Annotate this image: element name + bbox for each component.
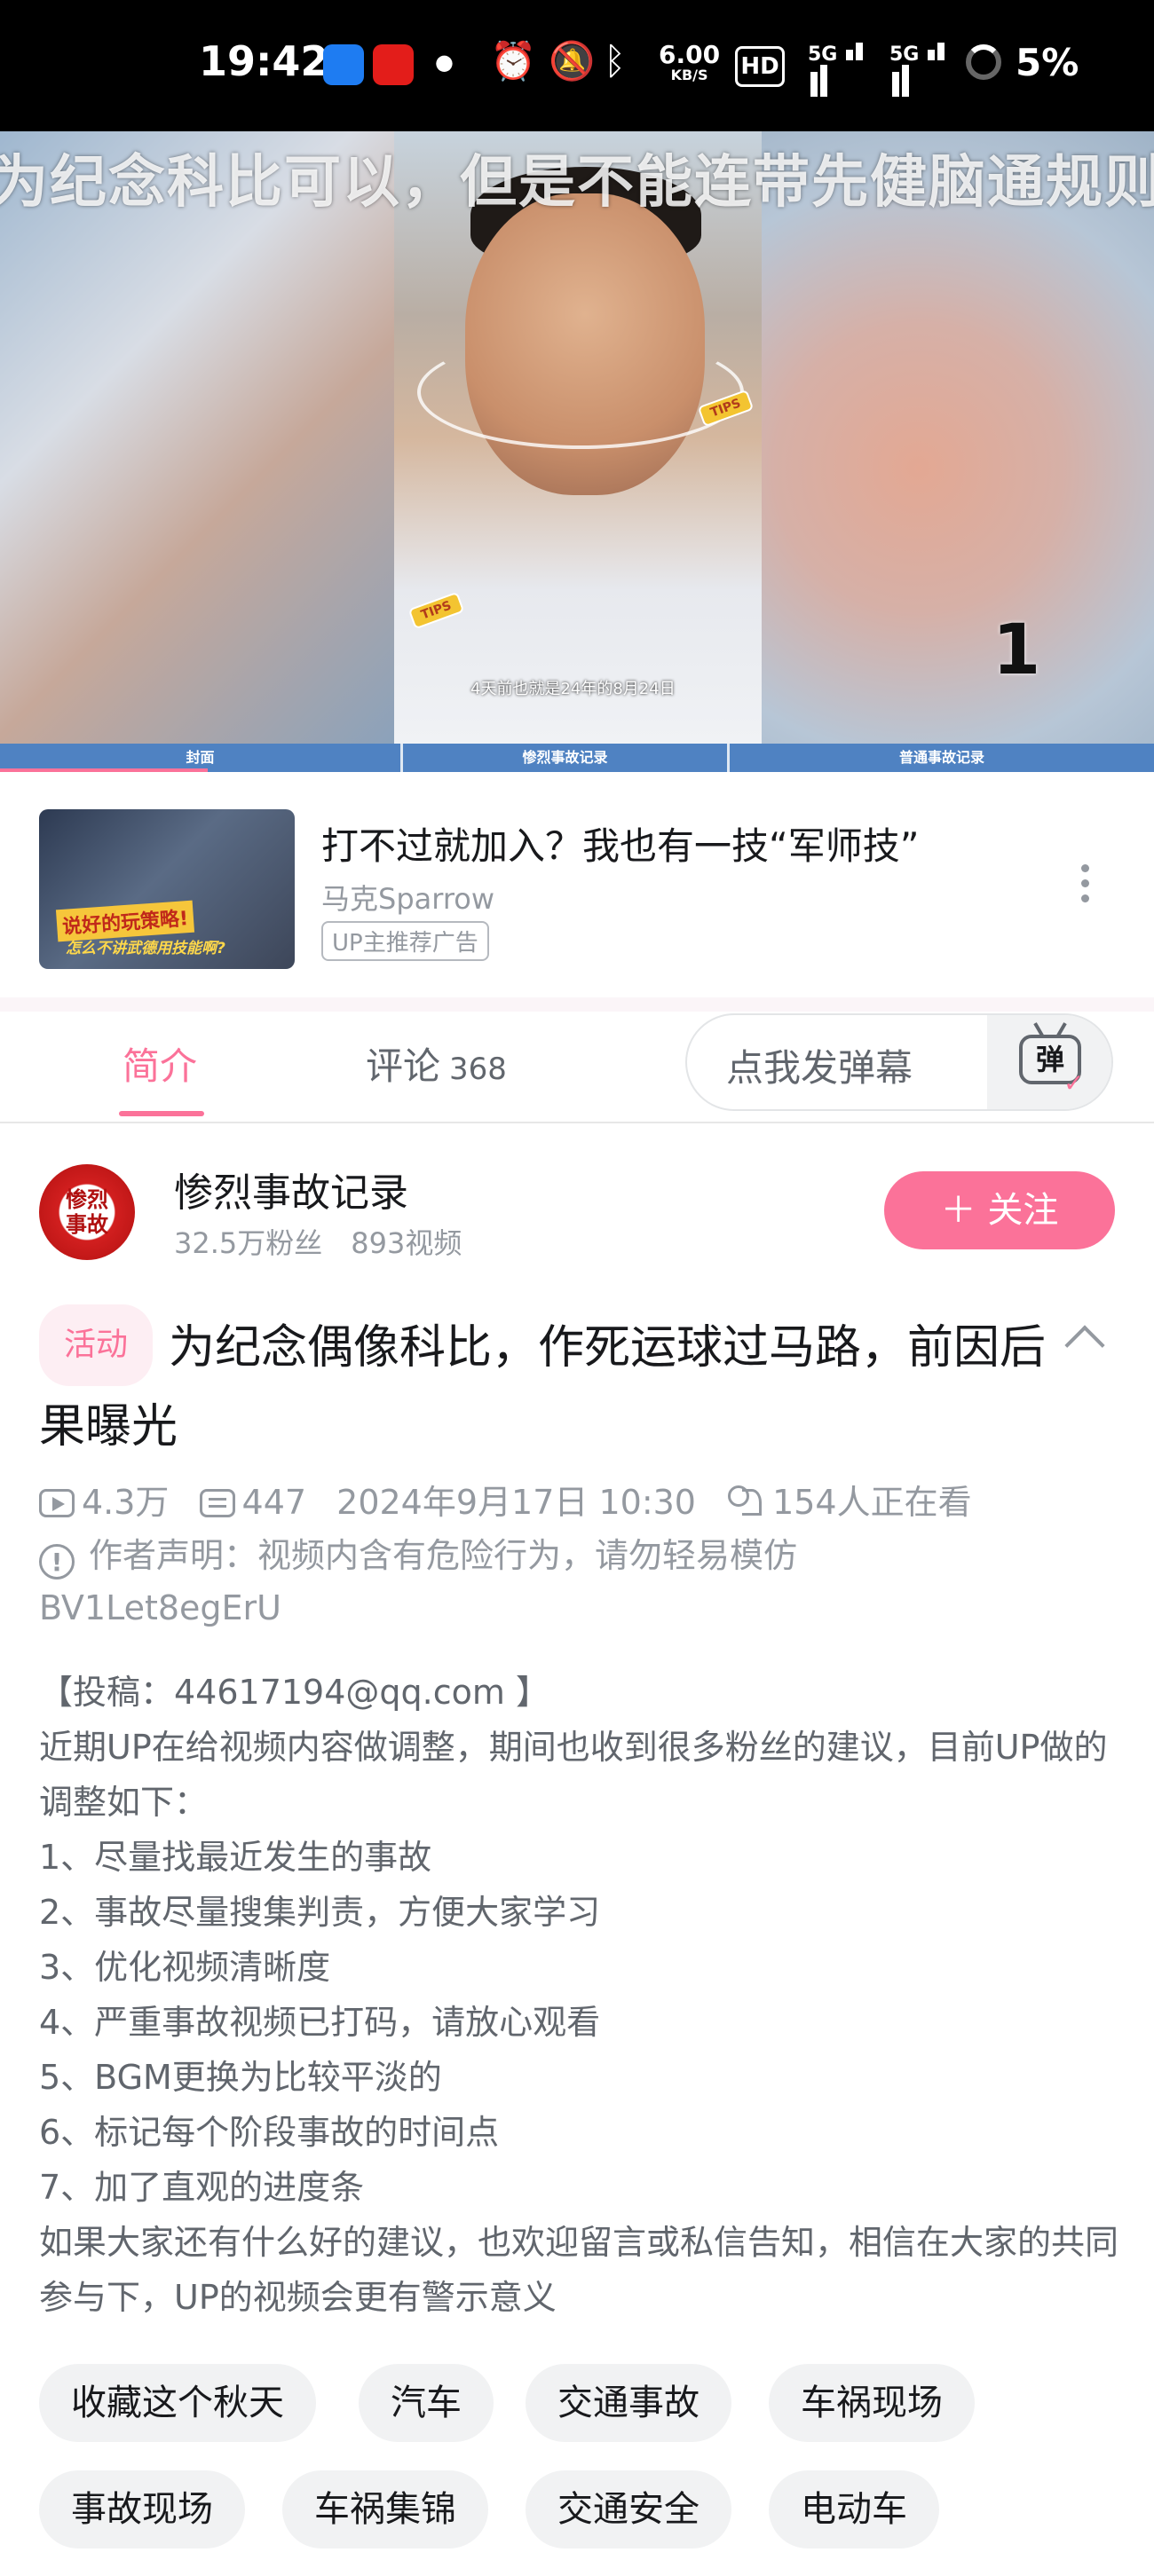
sim1-label: 5G: [808, 43, 838, 66]
description-line: 7、加了直观的进度条: [39, 2168, 365, 2207]
danmaku-input[interactable]: 点我发弹幕 弹 ✓: [685, 1013, 1113, 1111]
chapter-severe[interactable]: 惨烈事故记录: [403, 744, 730, 772]
uploader-name[interactable]: 惨烈事故记录: [174, 1161, 408, 1217]
app-notification-icon: [323, 44, 364, 85]
video-counter: 1: [992, 611, 1041, 690]
video-description: 【投稿：44617194@qq.com 】 近期UP在给视频内容做调整，期间也收…: [39, 1665, 1122, 2325]
ad-author: 马克Sparrow: [321, 882, 495, 916]
tab-comments-label: 评论: [366, 1044, 441, 1088]
chapter-normal[interactable]: 普通事故记录: [730, 744, 1154, 772]
watching-icon: [726, 1485, 765, 1517]
status-time: 19:42: [199, 37, 329, 85]
author-notice-text: 作者声明：视频内含有危险行为，请勿轻易模仿: [89, 1536, 798, 1575]
tag-chip[interactable]: 事故现场: [39, 2470, 245, 2548]
video-count: 893视频: [351, 1226, 462, 1260]
danmaku-input-placeholder: 点我发弹幕: [726, 1046, 913, 1090]
warning-icon: !: [39, 1544, 75, 1579]
net-speed: 6.00 KB/S: [659, 43, 720, 83]
ad-title[interactable]: 打不过就加入？我也有一技“军师技”: [321, 816, 920, 870]
sim2-signal-icon: 5G: [889, 43, 952, 101]
author-notice: ! 作者声明：视频内含有危险行为，请勿轻易模仿: [39, 1528, 797, 1579]
video-figure-tube: [417, 335, 744, 449]
ad-badge: UP主推荐广告: [321, 921, 489, 961]
tag-chip[interactable]: 汽车: [359, 2364, 494, 2442]
description-line: 2、事故尽量搜集判责，方便大家学习: [39, 1893, 601, 1932]
bvid[interactable]: BV1Let8egErU: [39, 1588, 281, 1627]
more-options-icon[interactable]: [1081, 864, 1090, 910]
tag-chip[interactable]: 收藏这个秋天: [39, 2364, 316, 2442]
video-title-text: 为纪念偶像科比，作死运球过马路，前因后果曝光: [39, 1321, 1047, 1453]
comments-count: 368: [449, 1052, 507, 1087]
view-count: 4.3万: [82, 1483, 170, 1522]
tag-chip[interactable]: 电动车: [769, 2470, 939, 2548]
follow-button[interactable]: ＋ 关注: [884, 1171, 1115, 1249]
tag-chip[interactable]: 交通事故: [526, 2364, 731, 2442]
recommended-ad-card[interactable]: 说好的玩策略! 怎么不讲武德用技能啊? 打不过就加入？我也有一技“军师技” 马克…: [0, 772, 1154, 997]
sim1-signal-icon: 5G: [808, 43, 870, 101]
collapse-icon[interactable]: [1064, 1325, 1105, 1366]
avatar-text: 惨烈事故: [66, 1187, 108, 1237]
metro-app-icon: [373, 44, 414, 85]
danmaku-count: 447: [241, 1483, 307, 1522]
battery-level: 5%: [1016, 41, 1079, 84]
ad-thumbnail[interactable]: 说好的玩策略! 怎么不讲武德用技能啊?: [39, 809, 295, 969]
video-subtitle: 4天前也就是24年的8月24日: [470, 680, 676, 698]
description-line: 4、严重事故视频已打码，请放心观看: [39, 2003, 601, 2042]
mute-icon: 🔕: [549, 39, 596, 83]
alarm-icon: ⏰: [490, 39, 537, 83]
dot-icon: ●: [435, 50, 454, 75]
tab-intro[interactable]: 简介: [123, 1036, 197, 1091]
uploader-row: 惨烈事故 惨烈事故记录 32.5万粉丝 893视频 ＋ 关注: [0, 1154, 1154, 1278]
video-player[interactable]: 为纪念科比可以，但是不能连带先健脑通规则 TIPS TIPS 4天前也就是24年…: [0, 131, 1154, 772]
bluetooth-icon: ᛒ: [604, 39, 627, 83]
net-speed-value: 6.00: [659, 40, 721, 69]
video-title: 活动 为纪念偶像科比，作死运球过马路，前因后果曝光: [39, 1304, 1069, 1462]
video-title-block: 活动 为纪念偶像科比，作死运球过马路，前因后果曝光: [39, 1304, 1069, 1462]
status-bar: 19:42 ● ⏰ 🔕 ᛒ 6.00 KB/S HD 5G 5G 5%: [0, 0, 1154, 131]
description-line: 3、优化视频清晰度: [39, 1948, 331, 1987]
fans-count: 32.5万粉丝: [174, 1226, 323, 1260]
danmaku-comment: 为纪念科比可以，但是不能连带先健脑通规则: [0, 150, 1154, 216]
hd-voice-icon: HD: [735, 46, 785, 87]
battery-icon: [966, 44, 1001, 80]
avatar[interactable]: 惨烈事故: [39, 1164, 135, 1260]
video-meta-row: 4.3万 447 2024年9月17日 10:30 154人正在看: [39, 1475, 992, 1524]
description-line: 6、标记每个阶段事故的时间点: [39, 2113, 500, 2152]
danmaku-count-icon: [199, 1489, 235, 1517]
publish-date: 2024年9月17日 10:30: [336, 1483, 696, 1522]
activity-badge[interactable]: 活动: [39, 1304, 154, 1386]
play-count-icon: [39, 1489, 75, 1517]
active-tab-indicator: [119, 1111, 204, 1116]
uploader-stats: 32.5万粉丝 893视频: [174, 1221, 462, 1262]
description-line: 近期UP在给视频内容做调整，期间也收到很多粉丝的建议，目前UP做的调整如下：: [39, 1728, 1108, 1822]
description-line: 如果大家还有什么好的建议，也欢迎留言或私信告知，相信在大家的共同参与下，UP的视…: [39, 2223, 1119, 2317]
tag-chip[interactable]: 交通安全: [526, 2470, 731, 2548]
sim2-label: 5G: [889, 43, 920, 66]
description-line: 1、尽量找最近发生的事故: [39, 1838, 432, 1877]
description-line: 5、BGM更换为比较平淡的: [39, 2058, 442, 2097]
ad-thumb-subcaption: 怎么不讲武德用技能啊?: [66, 940, 225, 957]
description-line: 【投稿：44617194@qq.com 】: [39, 1673, 549, 1712]
video-panel-right: [762, 131, 1154, 744]
tag-chip[interactable]: 车祸集锦: [282, 2470, 488, 2548]
tag-chip[interactable]: 车祸现场: [769, 2364, 975, 2442]
net-speed-unit: KB/S: [670, 67, 708, 83]
tab-comments[interactable]: 评论 368: [366, 1036, 507, 1091]
check-icon: ✓: [1063, 1068, 1085, 1098]
video-panel-left: [0, 131, 394, 744]
danmaku-toggle-button[interactable]: 弹 ✓: [987, 1015, 1111, 1109]
watching-count: 154人正在看: [772, 1483, 972, 1522]
